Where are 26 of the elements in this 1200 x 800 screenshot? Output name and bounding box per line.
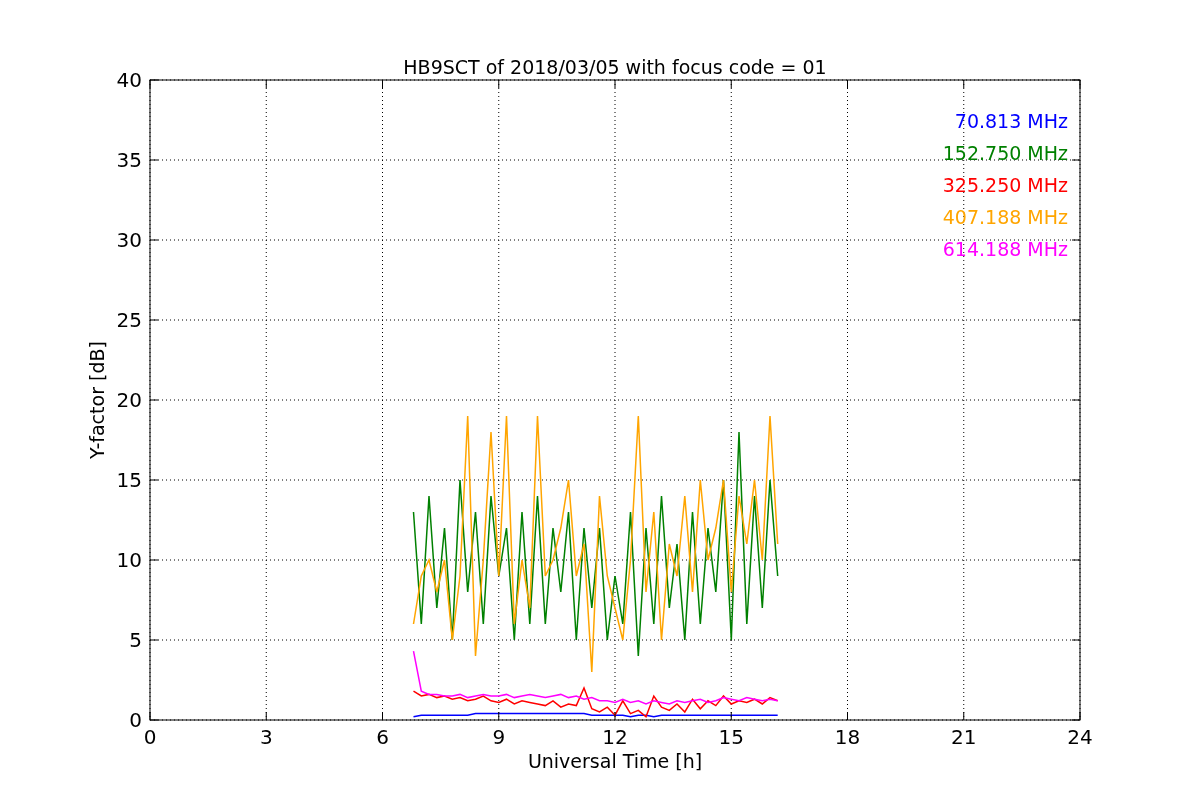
chart-title: HB9SCT of 2018/03/05 with focus code = 01: [403, 56, 827, 78]
legend-label: 614.188 MHz: [942, 238, 1068, 260]
tick-label: 15: [116, 468, 142, 492]
tick-label: 40: [116, 68, 142, 92]
tick-label: 30: [116, 228, 142, 252]
tick-label: 0: [129, 708, 142, 732]
legend-label: 70.813 MHz: [954, 110, 1068, 132]
tick-label: 15: [718, 725, 744, 749]
legend-label: 407.188 MHz: [942, 206, 1068, 228]
legend-label: 325.250 MHz: [942, 174, 1068, 196]
tick-label: 3: [259, 725, 273, 749]
tick-label: 20: [116, 388, 142, 412]
tick-label: 0: [143, 725, 157, 749]
tick-label: 10: [116, 548, 142, 572]
tick-label: 21: [951, 725, 977, 749]
axis-label: Y-factor [dB]: [86, 341, 108, 459]
tick-label: 18: [834, 725, 861, 749]
tick-label: 24: [1067, 725, 1093, 749]
tick-label: 35: [116, 148, 142, 172]
tick-label: 5: [129, 628, 142, 652]
axis-label: Universal Time [h]: [527, 750, 703, 772]
tick-label: 9: [492, 725, 506, 749]
tick-label: 12: [602, 725, 628, 749]
tick-label: 6: [376, 725, 389, 749]
tick-label: 25: [116, 308, 142, 332]
legend-label: 152.750 MHz: [942, 142, 1068, 164]
